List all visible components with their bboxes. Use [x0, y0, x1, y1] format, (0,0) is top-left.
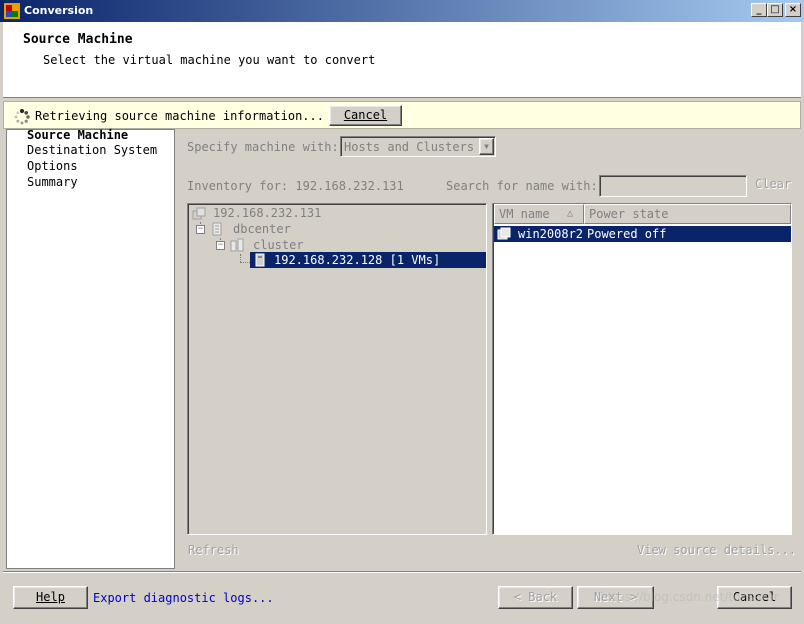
search-input[interactable] [599, 175, 747, 197]
export-diagnostic-logs-link[interactable]: Export diagnostic logs... [93, 591, 274, 605]
vm-icon [497, 227, 511, 240]
chevron-down-icon[interactable]: ▼ [479, 138, 494, 155]
nav-item-summary[interactable]: Summary [27, 175, 78, 189]
wizard-header: Source Machine Select the virtual machin… [3, 22, 801, 98]
view-source-details-button[interactable]: View source details... [637, 543, 796, 557]
close-button[interactable]: × [785, 3, 801, 17]
nav-item-destination-system[interactable]: Destination System [27, 143, 157, 157]
window-title: Conversion [24, 4, 94, 17]
specify-dropdown[interactable]: Hosts and Clusters ▼ [340, 136, 496, 157]
collapse-cluster-icon[interactable]: − [216, 241, 225, 250]
nav-item-options[interactable]: Options [27, 159, 78, 173]
wizard-steps-nav: Source Machine Destination System Option… [6, 128, 175, 569]
minimize-button[interactable]: _ [751, 3, 767, 17]
inventory-label: Inventory for: 192.168.232.131 [187, 179, 404, 193]
tree-host-row[interactable]: 192.168.232.128 [1 VMs] [250, 252, 486, 268]
loading-spinner-icon [14, 109, 30, 125]
nav-item-source-machine[interactable]: Source Machine [27, 128, 128, 142]
column-power-state[interactable]: Power state [584, 204, 791, 224]
sort-ascending-icon: △ [567, 208, 574, 219]
status-text: Retrieving source machine information... [35, 109, 324, 123]
converter-app-icon [4, 3, 20, 19]
datacenter-icon [212, 222, 222, 236]
maximize-button[interactable]: □ [767, 3, 783, 17]
column-vm-name-label: VM name [499, 207, 550, 221]
host-server-icon [255, 253, 265, 267]
tree-root-label[interactable]: 192.168.232.131 [213, 206, 321, 220]
status-cancel-button[interactable]: Cancel [329, 105, 402, 126]
inventory-tree[interactable]: 192.168.232.131 − dbcenter − cluster 192… [187, 203, 487, 535]
clear-button[interactable]: Clear [755, 177, 791, 191]
main-panel: Specify machine with: Hosts and Clusters… [177, 129, 801, 569]
tree-host-label: 192.168.232.128 [1 VMs] [274, 253, 441, 267]
cluster-icon [230, 238, 244, 252]
vm-list-table[interactable]: VM name △ Power state win2008r2 Powered … [492, 203, 792, 535]
status-banner: Retrieving source machine information...… [3, 101, 801, 129]
table-row[interactable]: win2008r2 Powered off [494, 226, 791, 242]
help-button[interactable]: Help [13, 586, 88, 609]
vm-state-cell: Powered off [587, 227, 667, 241]
footer-divider [3, 571, 801, 573]
refresh-button[interactable]: Refresh [188, 543, 239, 557]
specify-label: Specify machine with: [187, 140, 339, 154]
title-bar: Conversion _ □ × [0, 0, 804, 22]
page-title: Source Machine [23, 32, 133, 47]
vm-name-cell: win2008r2 [518, 227, 584, 241]
collapse-dbcenter-icon[interactable]: − [196, 225, 205, 234]
page-subtitle: Select the virtual machine you want to c… [43, 53, 376, 67]
cancel-button[interactable]: Cancel [717, 586, 792, 609]
next-button[interactable]: Next > [577, 586, 654, 609]
back-button[interactable]: < Back [498, 586, 573, 609]
column-power-state-label: Power state [589, 207, 669, 221]
tree-cluster-label[interactable]: cluster [253, 238, 304, 252]
search-label: Search for name with: [446, 179, 598, 193]
specify-value: Hosts and Clusters [344, 140, 475, 154]
tree-datacenter-label[interactable]: dbcenter [233, 222, 291, 236]
column-vm-name[interactable]: VM name △ [494, 204, 584, 224]
vcenter-icon [192, 207, 206, 220]
